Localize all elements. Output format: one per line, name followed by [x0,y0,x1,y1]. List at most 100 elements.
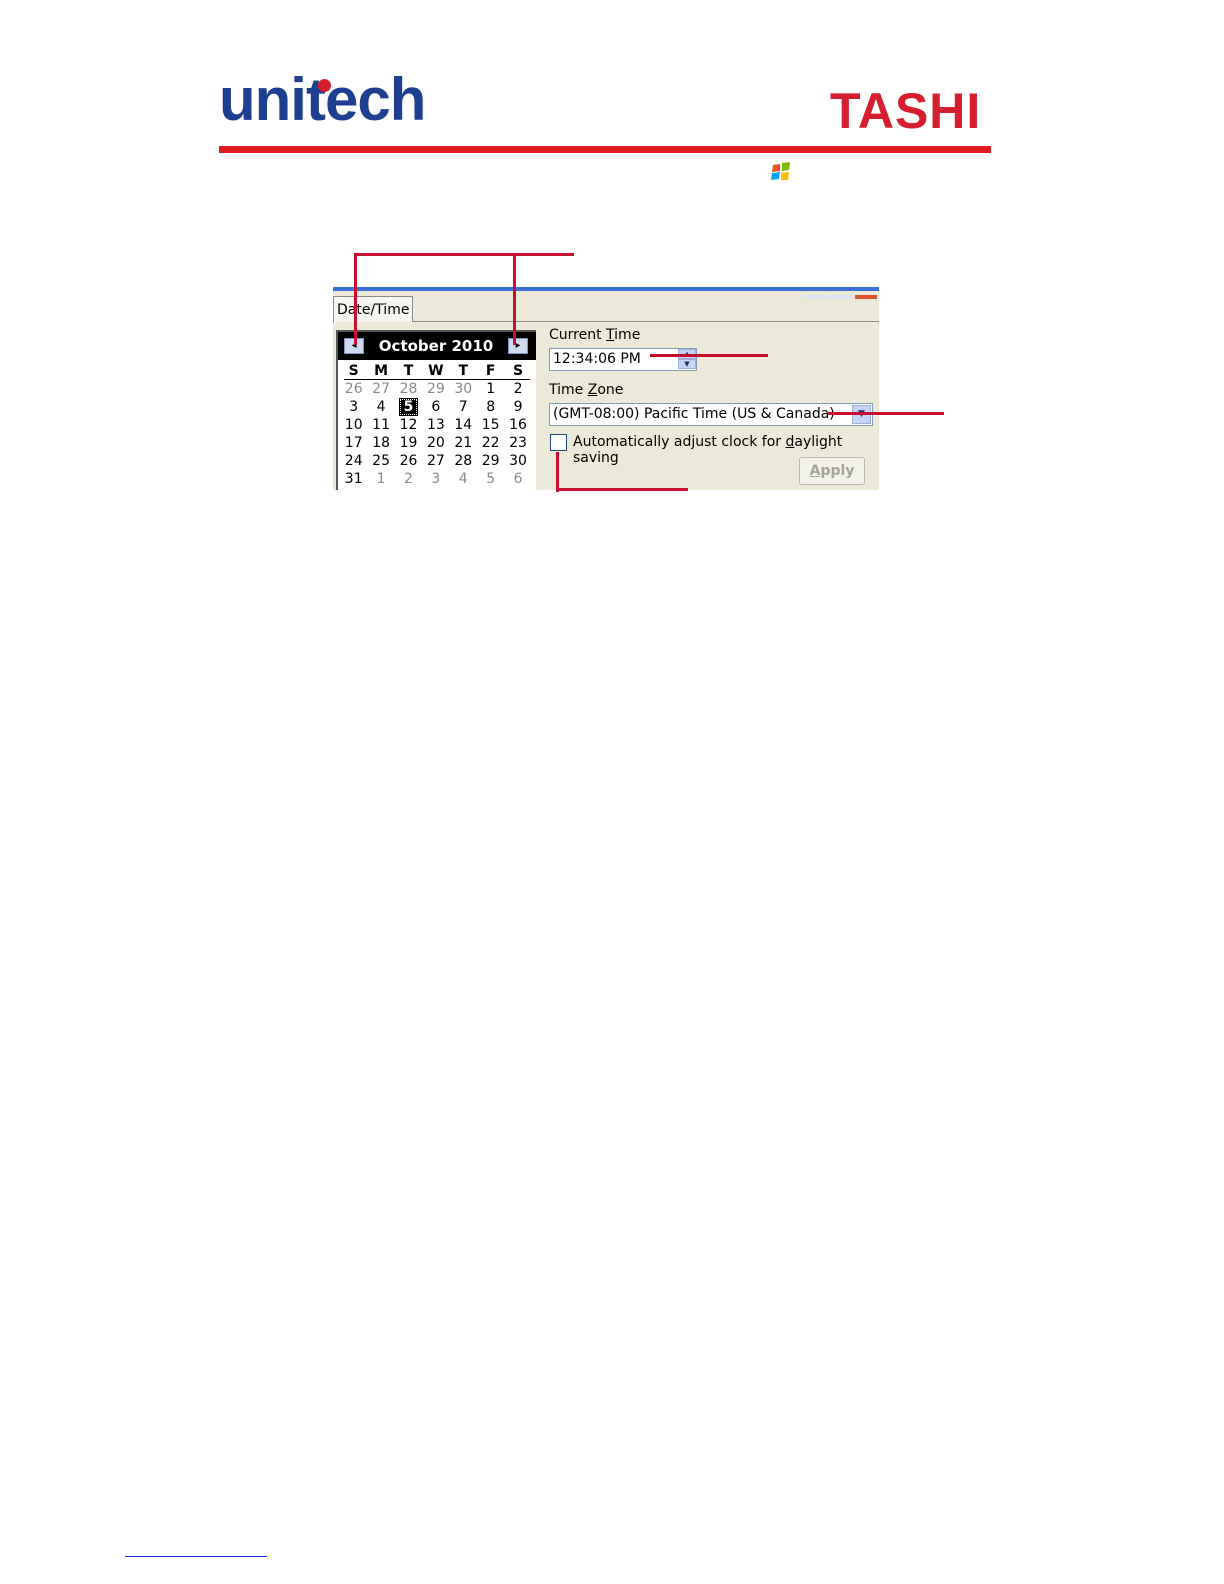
calendar-day[interactable]: 5 [395,398,422,416]
windows-flag-icon [771,162,790,180]
calendar-day-number: 25 [372,453,390,469]
calendar-day[interactable]: 26 [395,452,422,470]
calendar-day[interactable]: 30 [450,380,477,398]
calendar-day-number: 3 [349,399,359,415]
calendar-day[interactable]: 4 [367,398,394,416]
calendar-day[interactable]: 28 [450,452,477,470]
calendar-day[interactable]: 22 [477,434,504,452]
calendar-day-number: 5 [486,471,496,487]
calendar-day[interactable]: 2 [504,380,531,398]
time-spinner[interactable]: ▲ ▼ [678,349,696,370]
calendar-day[interactable]: 21 [450,434,477,452]
calendar-day-number: 31 [344,471,363,487]
callout-line-next [513,253,516,345]
chevron-right-icon: ▸ [515,340,521,351]
calendar-week-row: 31 1 2 3 4 5 6 [340,470,532,488]
calendar-day[interactable]: 24 [340,452,367,470]
close-button[interactable] [855,295,877,299]
calendar-day-number: 6 [431,399,441,415]
calendar-day[interactable]: 3 [340,398,367,416]
calendar-day-number: 29 [426,381,445,397]
calendar-day[interactable]: 9 [504,398,531,416]
weekday-label: T [403,363,414,379]
weekday-label: S [348,363,359,379]
month-calendar[interactable]: October 2010 ◂ ▸ S M T W T F S 26 27 28 29 30 1 2 3 4 5 6… [336,330,536,490]
callout-line-prev [354,253,357,345]
calendar-day-number: 8 [486,399,496,415]
weekday-label: W [428,363,444,379]
minimize-button[interactable] [805,295,827,299]
calendar-day[interactable]: 29 [422,380,449,398]
calendar-day-number: 5 [398,398,419,416]
calendar-day[interactable]: 10 [340,416,367,434]
calendar-header: October 2010 ◂ ▸ [338,332,536,360]
calendar-day[interactable]: 16 [504,416,531,434]
calendar-day-number: 24 [344,453,363,469]
spin-down-icon[interactable]: ▼ [678,359,696,369]
calendar-day[interactable]: 6 [504,470,531,488]
apply-button[interactable]: Apply [799,457,865,485]
title-bar [333,287,879,291]
callout-line-dst [556,452,559,492]
calendar-day[interactable]: 11 [367,416,394,434]
calendar-day[interactable]: 3 [422,470,449,488]
calendar-day[interactable]: 13 [422,416,449,434]
calendar-day[interactable]: 18 [367,434,394,452]
header-rule [219,146,991,153]
weekday-label: T [458,363,469,379]
calendar-day[interactable]: 5 [477,470,504,488]
callout-line-nav-top [354,253,574,256]
calendar-day-number: 18 [372,435,390,451]
calendar-day-number: 20 [426,435,445,451]
weekday-label: M [374,363,389,379]
calendar-day[interactable]: 25 [367,452,394,470]
calendar-day[interactable]: 4 [450,470,477,488]
calendar-month-year: October 2010 [378,337,494,355]
calendar-day-number: 12 [399,417,418,433]
calendar-day[interactable]: 19 [395,434,422,452]
calendar-day[interactable]: 28 [395,380,422,398]
calendar-week-row: 24 25 26 27 28 29 30 [340,452,532,470]
calendar-day-number: 3 [431,471,441,487]
calendar-day[interactable]: 2 [395,470,422,488]
calendar-day-number: 1 [376,471,386,487]
next-month-button[interactable]: ▸ [508,338,528,354]
callout-line-time [650,354,768,357]
calendar-day[interactable]: 14 [450,416,477,434]
calendar-day-number: 1 [486,381,496,397]
callout-line-timezone [828,412,944,415]
calendar-day-number: 27 [426,453,445,469]
daylight-saving-checkbox[interactable] [550,434,567,451]
calendar-day[interactable]: 30 [504,452,531,470]
maximize-button[interactable] [830,295,852,299]
calendar-day[interactable]: 23 [504,434,531,452]
time-zone-select[interactable]: (GMT-08:00) Pacific Time (US & Canada) [549,403,873,426]
calendar-day[interactable]: 7 [450,398,477,416]
calendar-day-number: 11 [372,417,390,433]
calendar-grid: S M T W T F S 26 27 28 29 30 1 2 3 4 5 6 7 8 9 10 11 12 13 14 15 16… [340,362,532,488]
tab-divider [413,321,879,322]
calendar-day[interactable]: 17 [340,434,367,452]
calendar-day[interactable]: 1 [477,380,504,398]
calendar-day[interactable]: 8 [477,398,504,416]
calendar-day[interactable]: 12 [395,416,422,434]
calendar-day[interactable]: 31 [340,470,367,488]
calendar-day[interactable]: 27 [367,380,394,398]
calendar-day[interactable]: 29 [477,452,504,470]
calendar-day-number: 30 [454,381,473,397]
calendar-day[interactable]: 20 [422,434,449,452]
calendar-day[interactable]: 15 [477,416,504,434]
calendar-day-number: 4 [376,399,386,415]
calendar-day-number: 21 [454,435,473,451]
calendar-day[interactable]: 26 [340,380,367,398]
calendar-day[interactable]: 1 [367,470,394,488]
footer-link-underline [125,1556,267,1557]
calendar-day[interactable]: 6 [422,398,449,416]
tashi-logo: TASHI [830,83,982,139]
calendar-day[interactable]: 27 [422,452,449,470]
calendar-week-row: 26 27 28 29 30 1 2 [340,380,532,398]
calendar-day-number: 28 [454,453,473,469]
tab-date-time[interactable]: Date/Time [333,296,413,322]
current-time-field[interactable]: 12:34:06 PM [549,348,697,371]
time-zone-label: Time Zone [549,382,624,398]
